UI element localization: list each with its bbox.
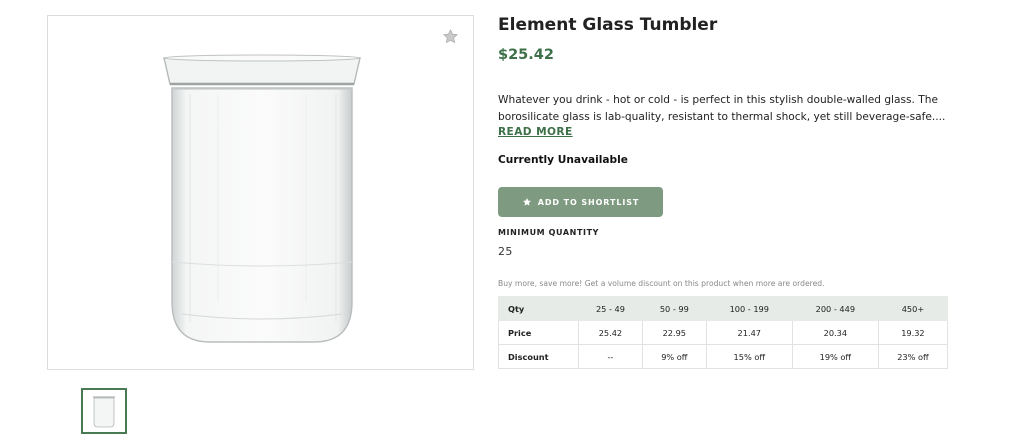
table-row-discount: Discount -- 9% off 15% off 19% off 23% o… (498, 344, 949, 369)
table-cell: 22.95 (641, 320, 707, 345)
table-cell: 20.34 (791, 320, 879, 345)
favorite-star-icon[interactable] (442, 28, 459, 45)
thumbnail-glass-icon (93, 396, 115, 428)
minimum-quantity-label: MINIMUM QUANTITY (498, 228, 600, 237)
product-price: $25.42 (498, 47, 554, 63)
product-image (163, 54, 361, 343)
availability-status: Currently Unavailable (498, 154, 628, 166)
table-cell: Qty (498, 296, 579, 321)
table-cell: 15% off (705, 344, 793, 369)
table-cell: 25 - 49 (578, 296, 643, 321)
table-cell: 200 - 449 (791, 296, 879, 321)
table-cell: Price (498, 320, 579, 345)
table-row-qty: Qty 25 - 49 50 - 99 100 - 199 200 - 449 … (498, 296, 949, 321)
table-cell: 19.32 (877, 320, 949, 345)
table-cell: 100 - 199 (705, 296, 793, 321)
table-cell: -- (578, 344, 643, 369)
table-cell: Discount (498, 344, 579, 369)
product-image-frame (47, 15, 474, 370)
add-to-shortlist-label: ADD TO SHORTLIST (537, 197, 640, 207)
add-to-shortlist-button[interactable]: ADD TO SHORTLIST (498, 187, 663, 217)
table-cell: 50 - 99 (641, 296, 707, 321)
read-more-link[interactable]: READ MORE (498, 126, 573, 138)
table-cell: 9% off (641, 344, 707, 369)
table-cell: 19% off (791, 344, 879, 369)
product-title: Element Glass Tumbler (498, 15, 718, 35)
table-cell: 25.42 (578, 320, 643, 345)
volume-discount-note: Buy more, save more! Get a volume discou… (498, 279, 825, 288)
minimum-quantity-value: 25 (498, 245, 513, 258)
volume-pricing-table: Qty 25 - 49 50 - 99 100 - 199 200 - 449 … (498, 296, 949, 369)
thumbnail-image[interactable] (81, 388, 127, 434)
table-cell: 21.47 (705, 320, 793, 345)
table-cell: 450+ (877, 296, 949, 321)
product-description: Whatever you drink - hot or cold - is pe… (498, 94, 946, 123)
table-row-price: Price 25.42 22.95 21.47 20.34 19.32 (498, 320, 949, 345)
table-cell: 23% off (877, 344, 949, 369)
star-icon (522, 198, 531, 206)
